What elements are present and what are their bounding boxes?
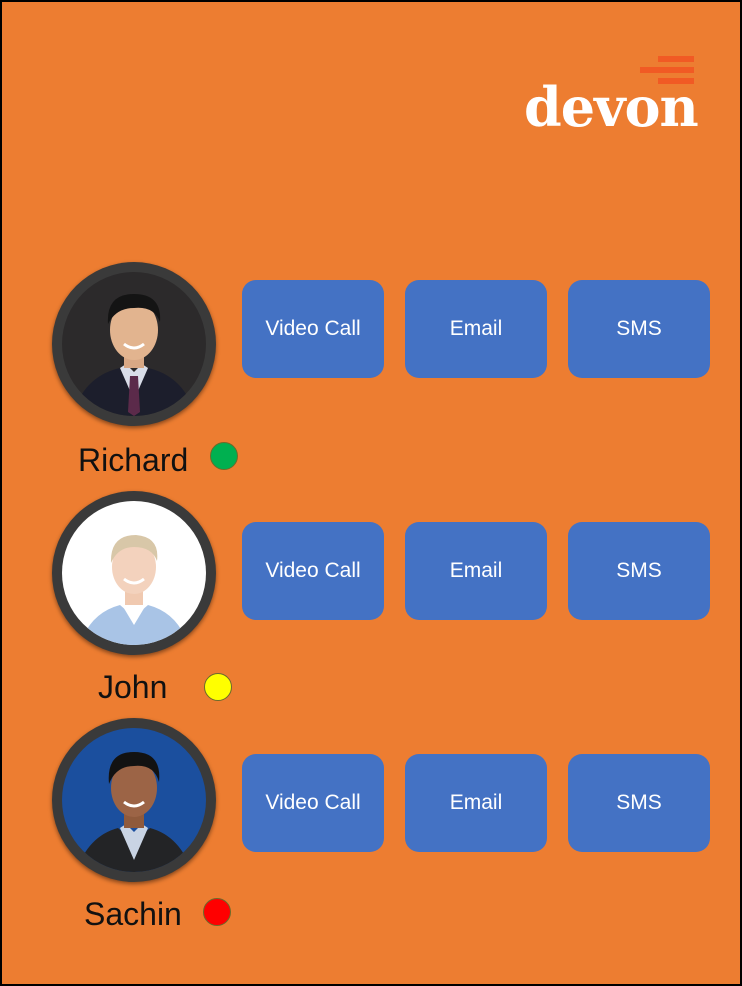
sms-button[interactable]: SMS <box>568 754 710 852</box>
devon-logo: devon <box>522 54 702 144</box>
avatar-sachin[interactable] <box>52 718 216 882</box>
avatar-richard[interactable] <box>52 262 216 426</box>
logo-text: devon <box>524 75 699 139</box>
contact-row-richard: Richard Video Call Email SMS <box>2 262 742 482</box>
contact-name: John <box>98 669 168 705</box>
contact-row-sachin: Sachin Video Call Email SMS <box>2 718 742 938</box>
email-button[interactable]: Email <box>405 754 547 852</box>
email-button[interactable]: Email <box>405 280 547 378</box>
video-call-button[interactable]: Video Call <box>242 754 384 852</box>
avatar-photo-icon <box>62 501 206 645</box>
contact-name: Sachin <box>84 896 182 932</box>
status-busy-dot <box>203 898 231 926</box>
avatar-john[interactable] <box>52 491 216 655</box>
contact-name: Richard <box>78 442 189 478</box>
sms-button[interactable]: SMS <box>568 280 710 378</box>
video-call-button[interactable]: Video Call <box>242 280 384 378</box>
app-screen: devon Richard Video Call Email SMS John … <box>0 0 742 986</box>
video-call-button[interactable]: Video Call <box>242 522 384 620</box>
avatar-photo-icon <box>62 728 206 872</box>
avatar-photo-icon <box>62 272 206 416</box>
sms-button[interactable]: SMS <box>568 522 710 620</box>
contact-row-john: John Video Call Email SMS <box>2 491 742 711</box>
status-online-dot <box>210 442 238 470</box>
status-away-dot <box>204 673 232 701</box>
email-button[interactable]: Email <box>405 522 547 620</box>
